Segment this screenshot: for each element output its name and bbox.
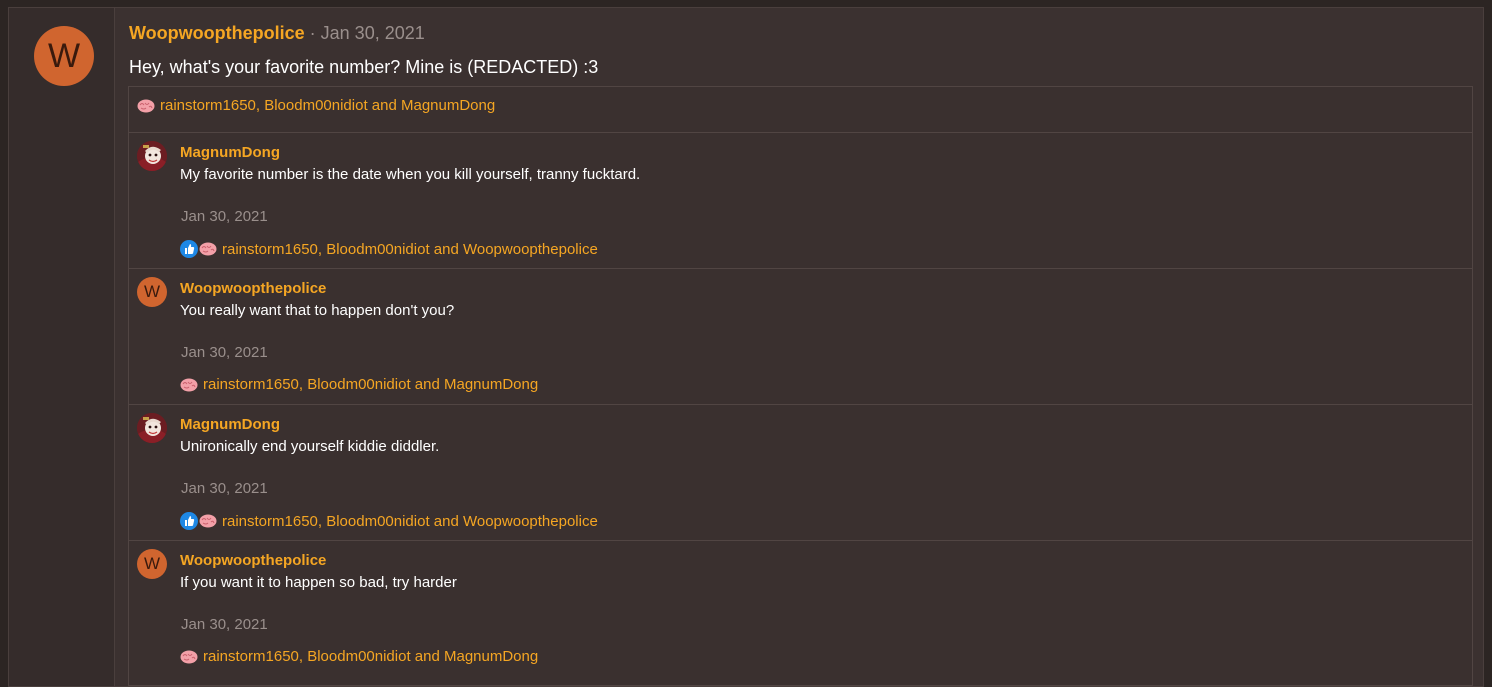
comment-date[interactable]: Jan 30, 2021 [181, 480, 268, 497]
comment: MagnumDong Unironically end yourself kid… [129, 404, 1472, 540]
comment-text: If you want it to happen so bad, try har… [180, 574, 457, 591]
comment-text: Unironically end yourself kiddie diddler… [180, 438, 440, 455]
comment-text: My favorite number is the date when you … [180, 166, 641, 183]
character-avatar-icon [137, 141, 167, 171]
header-separator: · [304, 23, 321, 43]
brain-icon [180, 378, 198, 391]
avatar[interactable]: W [34, 26, 94, 86]
comment-reactions[interactable]: rainstorm1650, Bloodm00nidiot and Magnum… [180, 376, 538, 393]
comment-date[interactable]: Jan 30, 2021 [181, 344, 268, 361]
avatar[interactable]: W [137, 549, 167, 579]
thumbs-up-icon [180, 240, 198, 258]
character-avatar-icon [137, 413, 167, 443]
comment-author[interactable]: MagnumDong [180, 416, 280, 433]
post-author[interactable]: Woopwoopthepolice [129, 23, 305, 43]
comment: W Woopwoopthepolice You really want that… [129, 268, 1472, 404]
comment-thread: rainstorm1650, Bloodm00nidiot and Magnum… [128, 86, 1473, 686]
post-user-column: W [9, 8, 115, 686]
reaction-users[interactable]: rainstorm1650, Bloodm00nidiot and Magnum… [203, 376, 538, 393]
post-header: Woopwoopthepolice · Jan 30, 2021 [129, 23, 425, 44]
reaction-users[interactable]: rainstorm1650, Bloodm00nidiot and Woopwo… [222, 513, 598, 530]
avatar[interactable]: W [137, 277, 167, 307]
comment-date[interactable]: Jan 30, 2021 [181, 208, 268, 225]
comment-date[interactable]: Jan 30, 2021 [181, 616, 268, 633]
post-reactions[interactable]: rainstorm1650, Bloodm00nidiot and Magnum… [137, 97, 495, 114]
brain-icon [199, 514, 217, 528]
forum-post: W Woopwoopthepolice · Jan 30, 2021 Hey, … [8, 7, 1484, 687]
comment-reactions[interactable]: rainstorm1650, Bloodm00nidiot and Woopwo… [180, 512, 598, 530]
brain-icon [137, 99, 155, 112]
reaction-users[interactable]: rainstorm1650, Bloodm00nidiot and Woopwo… [222, 241, 598, 258]
comment: W Woopwoopthepolice If you want it to ha… [129, 540, 1472, 676]
post-body: Hey, what's your favorite number? Mine i… [129, 57, 599, 77]
comment-author[interactable]: Woopwoopthepolice [180, 280, 326, 297]
avatar[interactable] [137, 413, 167, 443]
comment-author[interactable]: MagnumDong [180, 144, 280, 161]
comment-reactions[interactable]: rainstorm1650, Bloodm00nidiot and Woopwo… [180, 240, 598, 258]
avatar[interactable] [137, 141, 167, 171]
reaction-users[interactable]: rainstorm1650, Bloodm00nidiot and Magnum… [203, 648, 538, 665]
comment-author[interactable]: Woopwoopthepolice [180, 552, 326, 569]
comment: MagnumDong My favorite number is the dat… [129, 132, 1472, 268]
brain-icon [199, 242, 217, 256]
thumbs-up-icon [180, 512, 198, 530]
brain-icon [180, 650, 198, 663]
reaction-users[interactable]: rainstorm1650, Bloodm00nidiot and Magnum… [160, 97, 495, 114]
post-date[interactable]: Jan 30, 2021 [321, 23, 425, 43]
comment-reactions[interactable]: rainstorm1650, Bloodm00nidiot and Magnum… [180, 648, 538, 665]
comment-text: You really want that to happen don't you… [180, 302, 455, 319]
